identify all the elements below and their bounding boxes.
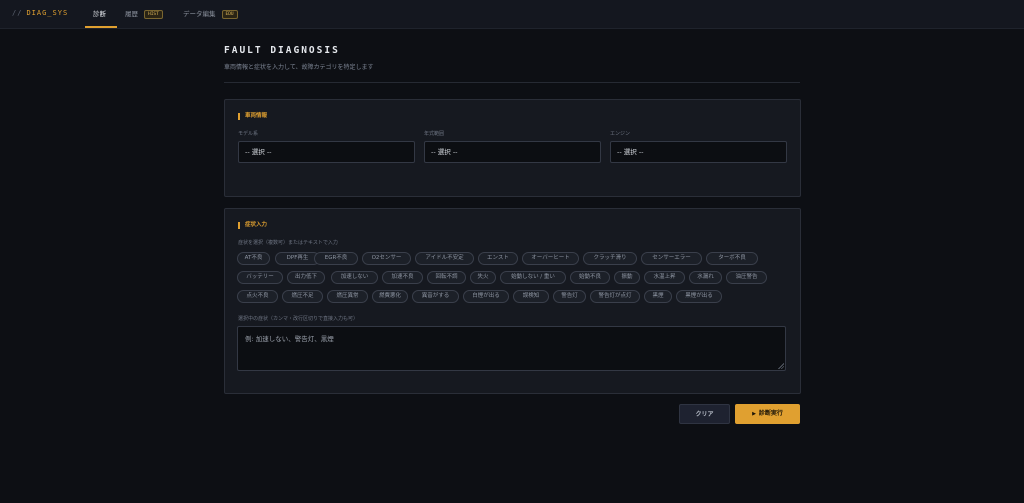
symptom-chip[interactable]: AT不良 [237,252,270,265]
play-icon: ▶ [752,411,756,417]
engine-select[interactable]: -- 選択 -- [610,141,787,163]
tab-data-edit[interactable]: データ編集 EDU [183,0,238,28]
symptom-chip[interactable]: 加速しない [331,271,378,284]
tab-diagnosis-label: 診断 [93,10,106,18]
symptom-chip[interactable]: 加速不良 [382,271,423,284]
symptom-chip[interactable]: 黒煙が出る [676,290,722,303]
symptom-chip[interactable]: 水温上昇 [644,271,685,284]
symptom-chip[interactable]: 警告灯が点灯 [590,290,640,303]
logo-text: DIAG_SYS [26,9,69,17]
year-range-label: 年式範囲 [424,131,445,137]
symptom-chip[interactable]: 油圧警告 [726,271,767,284]
symptom-chip[interactable]: 燃費悪化 [372,290,408,303]
symptom-chip[interactable]: EGR不良 [314,252,358,265]
page-header: FAULT DIAGNOSIS 車両情報と症状を入力して、故障カテゴリを特定しま… [224,45,800,71]
engine-label: エンジン [610,131,631,137]
run-diagnosis-button[interactable]: ▶ 診断実行 [735,404,800,424]
symptom-chip[interactable]: 燃圧不足 [282,290,323,303]
logo-slash: // [12,9,23,17]
symptom-chip[interactable]: 警告灯 [553,290,586,303]
selected-symptoms-label: 選択中の症状（カンマ・改行区切りで直接入力も可） [238,316,359,322]
top-nav-bar: //DIAG_SYS 診断 履歴 HIST データ編集 EDU [0,0,1024,29]
symptom-chip[interactable]: バッテリー [237,271,283,284]
run-diagnosis-label: 診断実行 [758,410,783,417]
symptom-chip[interactable]: 振動 [614,271,640,284]
active-tab-indicator [85,26,117,28]
textarea-resize-handle[interactable] [777,362,784,369]
symptom-chip[interactable]: 誤検知 [513,290,549,303]
tab-diagnosis[interactable]: 診断 [93,0,106,28]
symptom-chip[interactable]: クラッチ滑り [583,252,637,265]
page-title: FAULT DIAGNOSIS [224,45,340,56]
symptom-chip[interactable]: 白煙が出る [463,290,509,303]
tab-history-badge: HIST [144,9,163,19]
tab-data-edit-badge: EDU [221,9,238,19]
app-logo: //DIAG_SYS [12,9,68,17]
symptom-chip[interactable]: 点火不良 [237,290,278,303]
symptom-chip[interactable]: 始動しない / 重い [500,271,566,284]
symptom-chip[interactable]: 回転不調 [427,271,466,284]
tab-history[interactable]: 履歴 HIST [125,0,163,28]
model-select[interactable]: -- 選択 -- [238,141,415,163]
tab-data-edit-label: データ編集 [183,10,216,18]
symptom-chip[interactable]: 失火 [470,271,496,284]
selected-symptoms-textarea[interactable] [237,326,786,371]
symptom-chip[interactable]: 黒煙 [644,290,672,303]
symptom-chip[interactable]: 水漏れ [689,271,722,284]
clear-button[interactable]: クリア [679,404,730,424]
symptom-chip[interactable]: ターボ不良 [706,252,758,265]
vehicle-info-panel: 車両情報 モデル系 -- 選択 -- 年式範囲 -- 選択 -- エンジン --… [224,99,801,197]
symptom-chip[interactable]: アイドル不安定 [415,252,474,265]
symptom-chip[interactable]: 異音がする [412,290,459,303]
tab-history-label: 履歴 [125,10,138,18]
symptom-chip[interactable]: オーバーヒート [522,252,579,265]
symptom-chip[interactable]: 燃圧異常 [327,290,368,303]
vehicle-section-label: 車両情報 [238,113,267,120]
header-divider [224,82,800,83]
symptom-chip[interactable]: センサーエラー [641,252,702,265]
symptom-chip[interactable]: 出力低下 [287,271,325,284]
model-label: モデル系 [238,131,259,137]
symptom-chip[interactable]: エンスト [478,252,518,265]
symptom-hint: 症状を選択（複数可）またはテキストで入力 [238,240,338,246]
symptom-chip[interactable]: O2センサー [362,252,411,265]
year-range-select[interactable]: -- 選択 -- [424,141,601,163]
symptom-section-label: 症状入力 [238,222,267,229]
symptom-chip[interactable]: 始動不良 [570,271,610,284]
page-subtitle: 車両情報と症状を入力して、故障カテゴリを特定します [224,64,374,71]
